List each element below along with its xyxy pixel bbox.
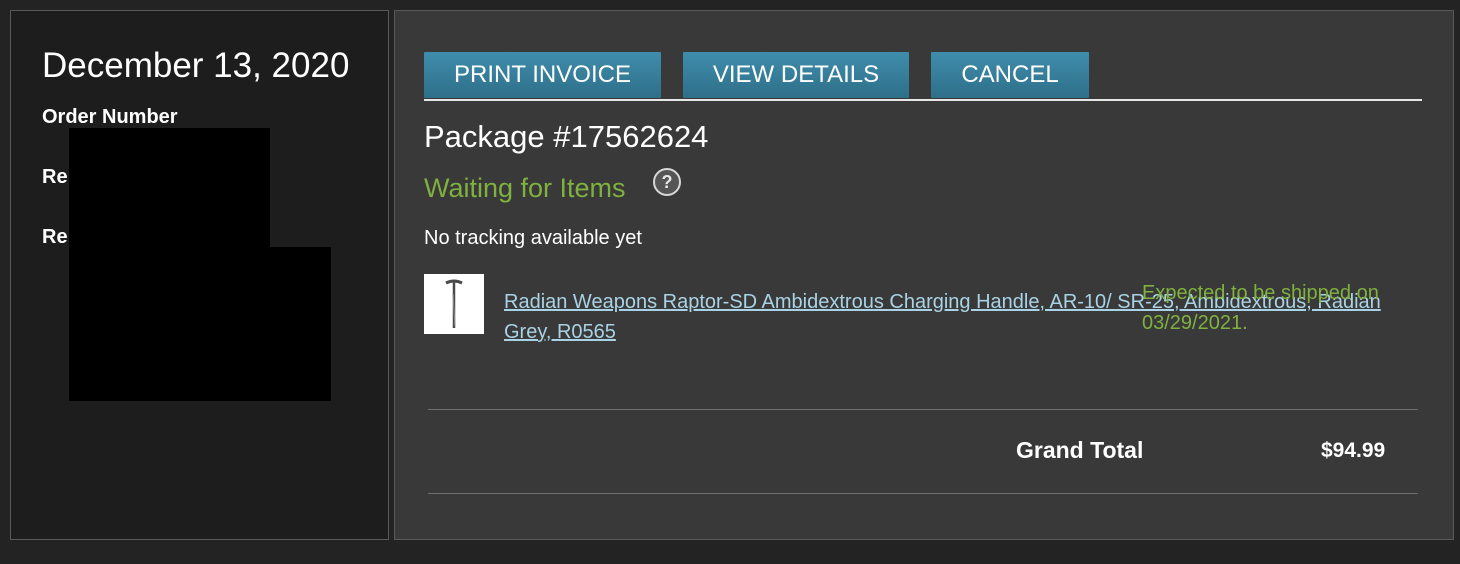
divider — [428, 493, 1418, 494]
tracking-status: No tracking available yet — [424, 227, 642, 249]
order-info-label-3: Re — [42, 226, 68, 248]
charging-handle-icon — [445, 279, 463, 328]
print-invoice-button[interactable]: PRINT INVOICE — [424, 52, 661, 98]
expected-ship-note: Expected to be shipped on 03/29/2021. — [1142, 282, 1379, 334]
redaction-block — [69, 128, 270, 247]
order-summary-panel: December 13, 2020 Order Number Re Re — [10, 10, 389, 540]
order-number-label: Order Number — [42, 106, 178, 128]
package-status: Waiting for Items — [424, 173, 626, 203]
item-thumbnail[interactable] — [424, 274, 484, 334]
action-tab-bar: PRINT INVOICE VIEW DETAILS CANCEL — [424, 52, 1422, 101]
order-date: December 13, 2020 — [42, 46, 350, 85]
package-title: Package #17562624 — [424, 119, 709, 154]
package-panel: PRINT INVOICE VIEW DETAILS CANCEL Packag… — [394, 10, 1454, 540]
cancel-button[interactable]: CANCEL — [931, 52, 1089, 98]
divider — [428, 409, 1418, 410]
grand-total-label: Grand Total — [1016, 437, 1144, 463]
help-icon[interactable]: ? — [653, 168, 681, 196]
order-info-label-2: Re — [42, 166, 68, 188]
grand-total-value: $94.99 — [1321, 439, 1386, 462]
view-details-button[interactable]: VIEW DETAILS — [683, 52, 909, 98]
redaction-block — [69, 247, 331, 401]
